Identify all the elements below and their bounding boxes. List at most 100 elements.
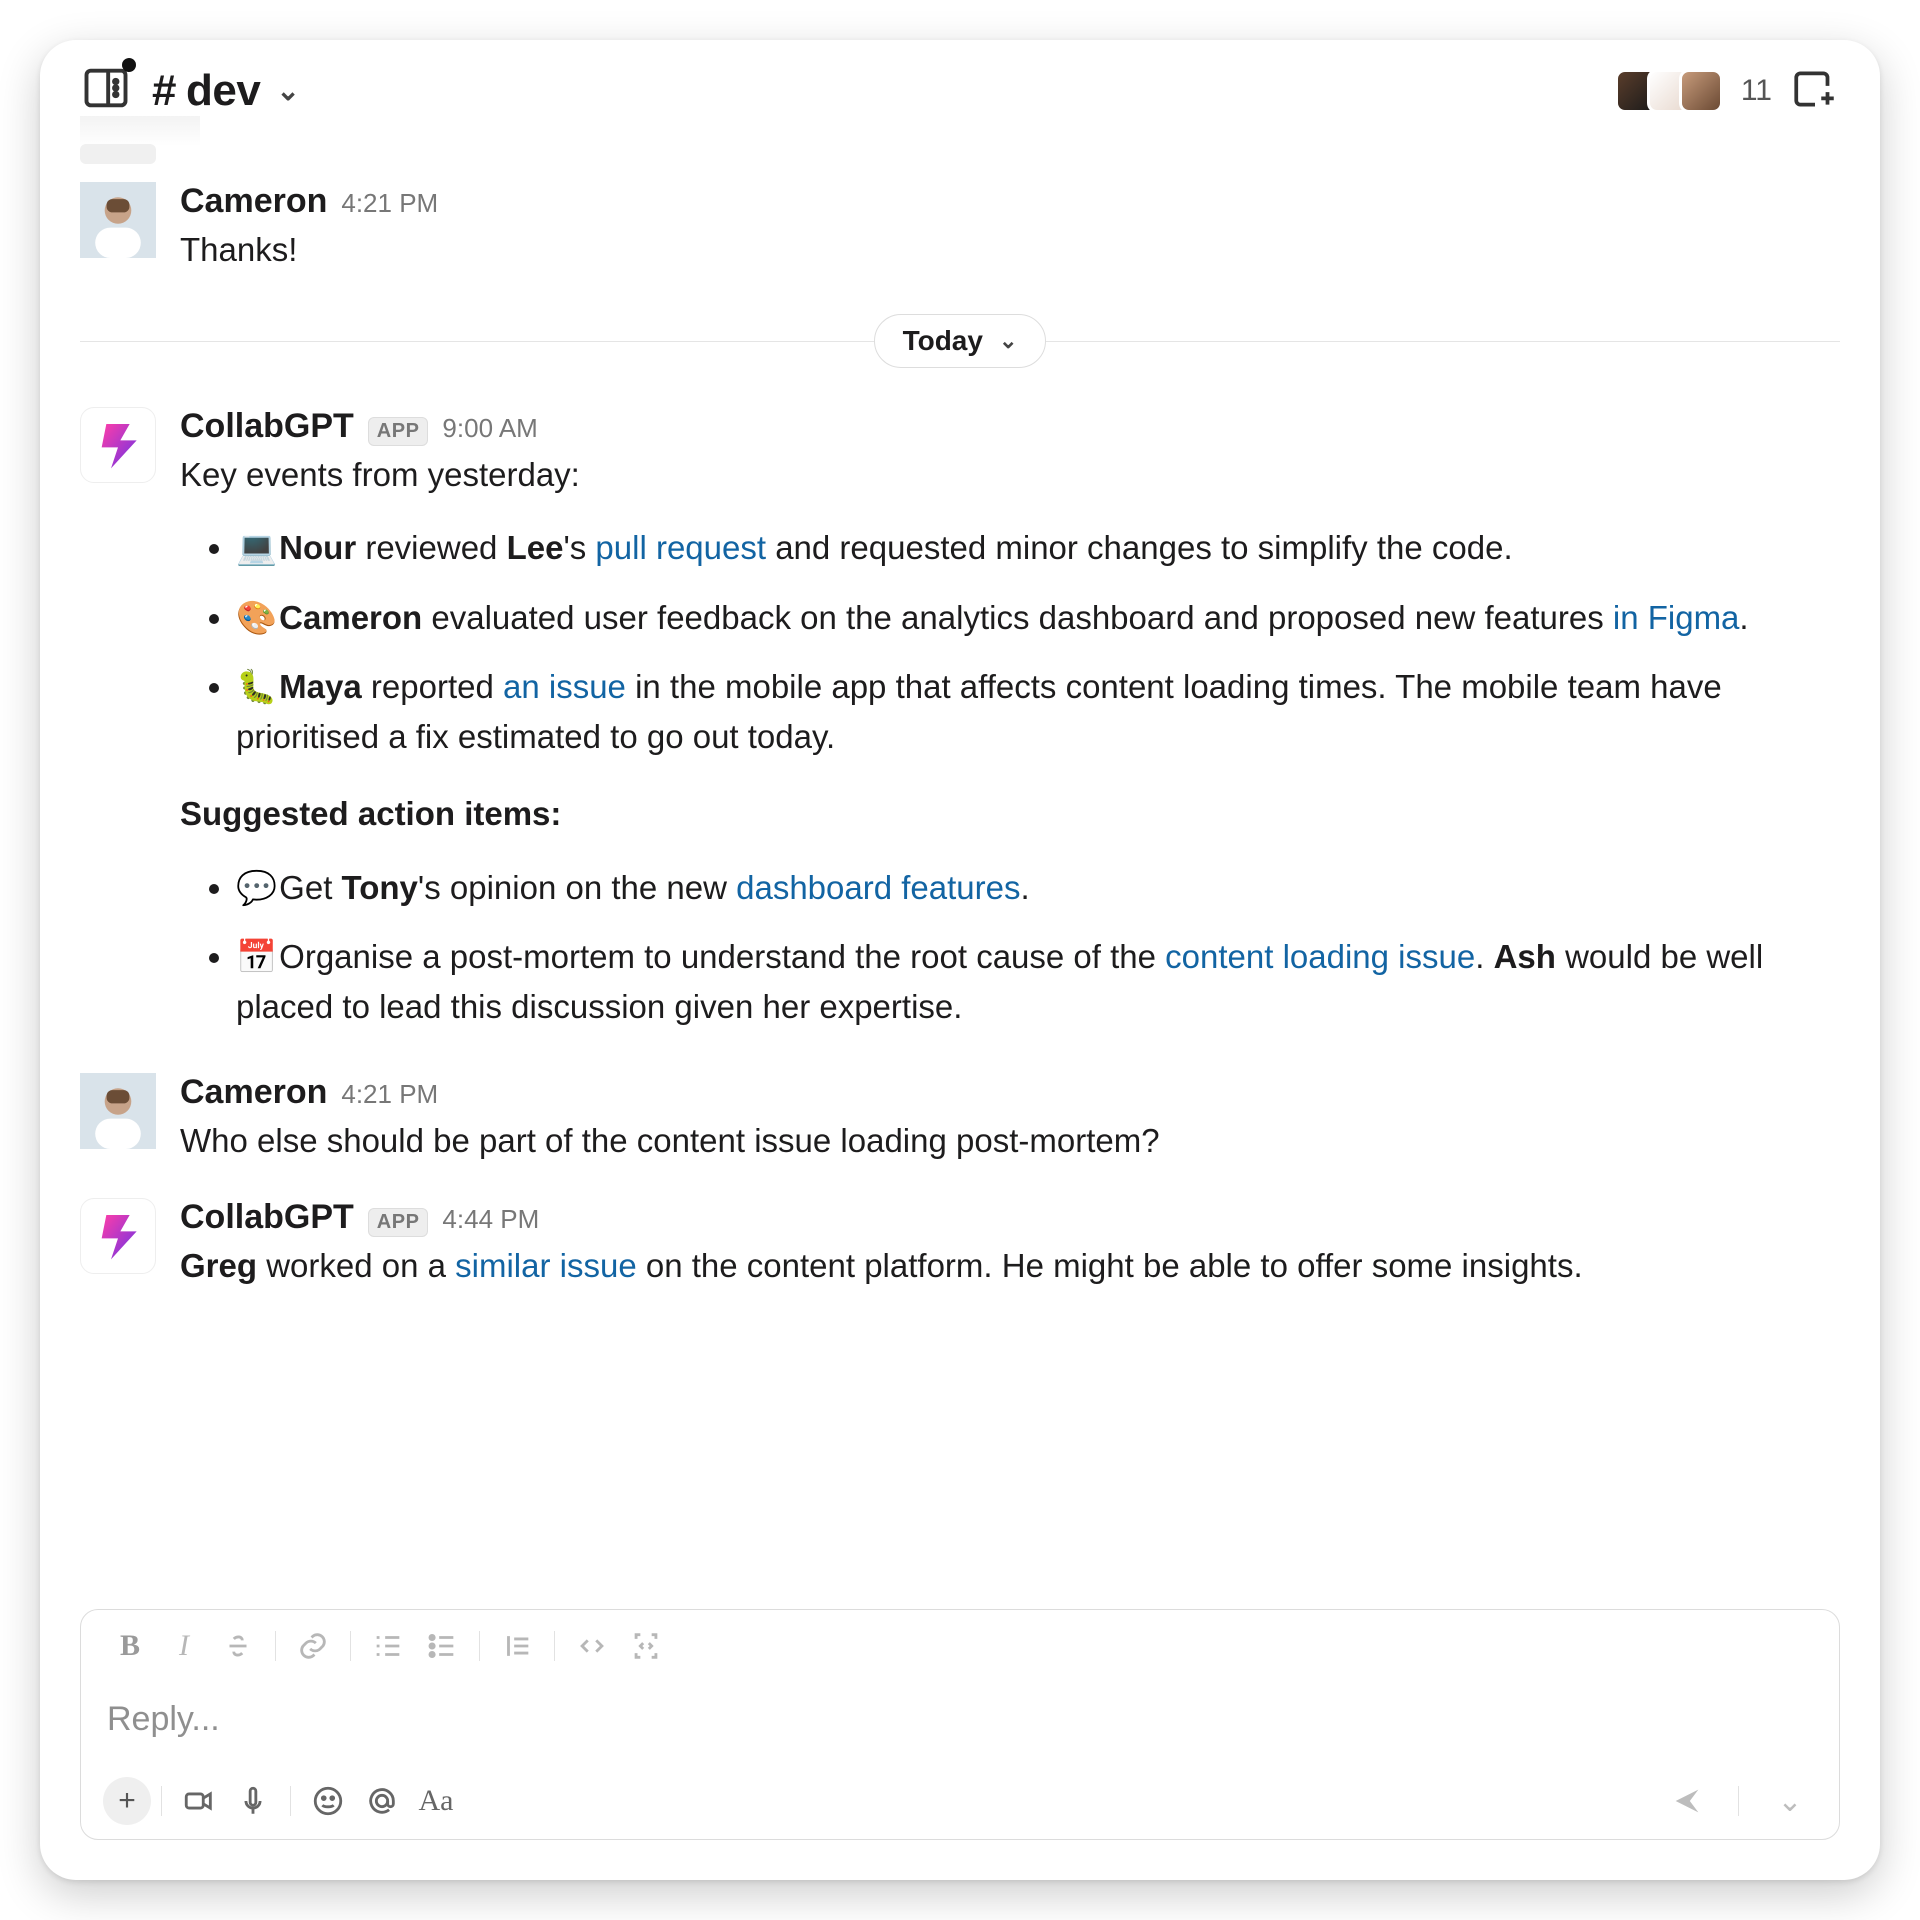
message-item: Cameron 4:21 PM Who else should be part … (80, 1059, 1840, 1184)
video-button[interactable] (172, 1779, 226, 1823)
member-avatars[interactable] (1615, 69, 1723, 113)
event-list: 💻 Nour reviewed Lee's pull request and r… (180, 513, 1840, 771)
member-count: 11 (1741, 74, 1772, 108)
avatar[interactable] (80, 1198, 156, 1274)
person-name: Cameron (279, 599, 422, 636)
message-text: Greg worked on a similar issue on the co… (180, 1241, 1583, 1291)
member-avatar (1679, 69, 1723, 113)
collabgpt-logo-icon (90, 417, 146, 473)
send-options-button[interactable]: ⌄ (1763, 1779, 1817, 1823)
dashboard-features-link[interactable]: dashboard features (736, 869, 1020, 906)
strikethrough-button[interactable] (211, 1624, 265, 1668)
avatar[interactable] (80, 407, 156, 483)
chevron-down-icon: ⌄ (999, 328, 1017, 354)
channel-name: dev (186, 66, 260, 116)
person-name: Ash (1494, 938, 1556, 975)
content-loading-issue-link[interactable]: content loading issue (1165, 938, 1475, 975)
date-divider: Today ⌄ (80, 311, 1840, 371)
header-left: # dev ⌄ (80, 62, 299, 119)
header-right: 11 (1615, 63, 1840, 118)
italic-button[interactable]: I (157, 1624, 211, 1668)
figma-link[interactable]: in Figma (1613, 599, 1740, 636)
action-toolbar: + Aa ⌄ (81, 1763, 1839, 1839)
message-item: CollabGPT APP 4:44 PM Greg worked on a s… (80, 1184, 1840, 1309)
palette-icon: 🎨 (236, 593, 270, 643)
timestamp: 4:44 PM (442, 1204, 539, 1235)
person-name: Tony (342, 869, 418, 906)
ordered-list-button[interactable] (361, 1624, 415, 1668)
hash-icon: # (152, 66, 176, 116)
formatting-toggle[interactable]: Aa (409, 1779, 463, 1823)
app-badge: APP (368, 1208, 429, 1237)
message-text: Who else should be part of the content i… (180, 1116, 1160, 1166)
emoji-button[interactable] (301, 1779, 355, 1823)
sender-name[interactable]: Cameron (180, 182, 327, 221)
pull-request-link[interactable]: pull request (595, 529, 766, 566)
date-pill[interactable]: Today ⌄ (874, 314, 1047, 368)
composer: B I Reply... + (80, 1609, 1840, 1840)
list-item: 💬 Get Tony's opinion on the new dashboar… (236, 853, 1840, 923)
list-item: 💻 Nour reviewed Lee's pull request and r… (236, 513, 1840, 583)
attach-button[interactable]: + (103, 1777, 151, 1825)
avatar[interactable] (80, 182, 156, 258)
codeblock-button[interactable] (619, 1624, 673, 1668)
message-item: Cameron 4:21 PM Thanks! (80, 168, 1840, 293)
channel-header: # dev ⌄ 11 (40, 40, 1880, 138)
date-label: Today (903, 325, 983, 357)
sender-name[interactable]: CollabGPT (180, 407, 354, 446)
action-list: 💬 Get Tony's opinion on the new dashboar… (180, 853, 1840, 1042)
bullet-list-button[interactable] (415, 1624, 469, 1668)
intro-line: Key events from yesterday: (180, 450, 1840, 500)
mention-button[interactable] (355, 1779, 409, 1823)
message-input[interactable]: Reply... (81, 1682, 1839, 1763)
issue-link[interactable]: an issue (503, 668, 626, 705)
person-name: Greg (180, 1247, 257, 1284)
separator (275, 1631, 276, 1661)
message-item (80, 138, 1840, 168)
calendar-icon: 📅 (236, 932, 270, 982)
message-content: CollabGPT APP 4:44 PM Greg worked on a s… (180, 1198, 1583, 1291)
send-button[interactable] (1660, 1779, 1714, 1823)
person-name: Maya (279, 668, 362, 705)
channel-name-button[interactable]: # dev ⌄ (152, 66, 299, 116)
speech-bubble-icon: 💬 (236, 863, 270, 913)
action-items-title: Suggested action items: (180, 789, 1840, 839)
sidebar-toggle[interactable] (80, 62, 132, 119)
list-item: 📅 Organise a post-mortem to understand t… (236, 922, 1840, 1041)
message-text: Thanks! (180, 225, 438, 275)
message-list: Cameron 4:21 PM Thanks! Today ⌄ (40, 138, 1880, 1587)
laptop-icon: 💻 (236, 523, 270, 573)
person-avatar-icon (80, 182, 156, 258)
sender-name[interactable]: Cameron (180, 1073, 327, 1112)
bold-button[interactable]: B (103, 1624, 157, 1668)
similar-issue-link[interactable]: similar issue (455, 1247, 637, 1284)
separator (1738, 1786, 1739, 1816)
separator (290, 1786, 291, 1816)
avatar[interactable] (80, 1073, 156, 1149)
separator (350, 1631, 351, 1661)
blockquote-button[interactable] (490, 1624, 544, 1668)
chevron-down-icon: ⌄ (276, 74, 299, 107)
message-content: Cameron 4:21 PM Thanks! (180, 182, 438, 275)
message-content: Cameron 4:21 PM Who else should be part … (180, 1073, 1160, 1166)
bug-icon: 🐛 (236, 662, 270, 712)
notification-dot (122, 58, 136, 72)
composer-area: B I Reply... + (40, 1587, 1880, 1880)
link-button[interactable] (286, 1624, 340, 1668)
chat-window: # dev ⌄ 11 (40, 40, 1880, 1880)
person-name: Nour (279, 529, 356, 566)
separator (161, 1786, 162, 1816)
list-item: 🎨 Cameron evaluated user feedback on the… (236, 583, 1840, 653)
audio-button[interactable] (226, 1779, 280, 1823)
timestamp: 4:21 PM (341, 188, 438, 219)
sender-name[interactable]: CollabGPT (180, 1198, 354, 1237)
message-item: CollabGPT APP 9:00 AM Key events from ye… (80, 393, 1840, 1060)
list-item: 🐛 Maya reported an issue in the mobile a… (236, 652, 1840, 771)
person-avatar-icon (80, 1073, 156, 1149)
message-content: CollabGPT APP 9:00 AM Key events from ye… (180, 407, 1840, 1042)
new-message-button[interactable] (1790, 63, 1840, 118)
format-toolbar: B I (81, 1610, 1839, 1682)
separator (479, 1631, 480, 1661)
separator (554, 1631, 555, 1661)
code-button[interactable] (565, 1624, 619, 1668)
